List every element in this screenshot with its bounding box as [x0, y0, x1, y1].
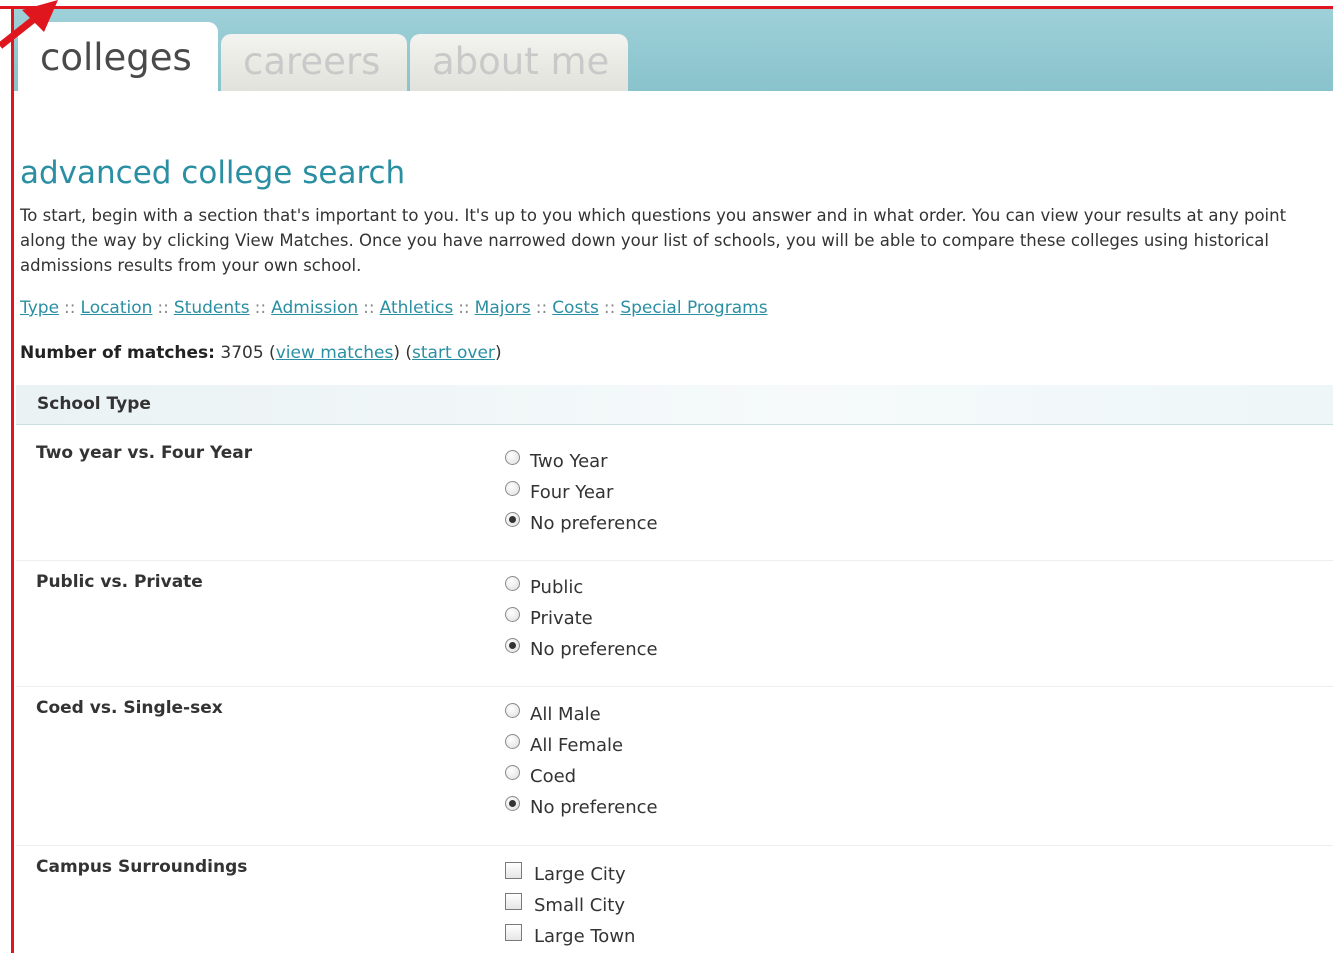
option-row[interactable]: Private	[505, 603, 658, 634]
radio-button[interactable]	[505, 734, 520, 749]
option-row[interactable]: Public	[505, 572, 658, 603]
radio-button[interactable]	[505, 512, 520, 527]
page-title: advanced college search	[20, 155, 406, 191]
option-label: Public	[530, 577, 584, 598]
row-divider	[16, 845, 1333, 846]
question-label: Campus Surroundings	[36, 857, 248, 877]
radio-button[interactable]	[505, 765, 520, 780]
radio-button[interactable]	[505, 703, 520, 718]
matches-label: Number of matches:	[20, 343, 215, 363]
section-separator: ::	[535, 298, 548, 318]
radio-button[interactable]	[505, 638, 520, 653]
question-options: Large City Small City Large Town	[505, 859, 635, 952]
section-link-admission[interactable]: Admission	[271, 298, 358, 318]
matches-count: 3705	[220, 343, 264, 363]
radio-button[interactable]	[505, 576, 520, 591]
question-label: Coed vs. Single-sex	[36, 698, 223, 718]
section-separator: ::	[157, 298, 169, 318]
section-link-special-programs[interactable]: Special Programs	[620, 298, 767, 318]
checkbox[interactable]	[505, 862, 522, 879]
option-row[interactable]: All Male	[505, 699, 658, 730]
option-label: No preference	[530, 513, 658, 534]
option-row[interactable]: Four Year	[505, 477, 658, 508]
question-label: Public vs. Private	[36, 572, 203, 592]
option-row[interactable]: Large City	[505, 859, 635, 890]
annotation-border-top	[0, 6, 1333, 9]
radio-button[interactable]	[505, 607, 520, 622]
option-row[interactable]: Two Year	[505, 446, 658, 477]
section-link-athletics[interactable]: Athletics	[380, 298, 454, 318]
section-link-location[interactable]: Location	[81, 298, 153, 318]
section-separator: ::	[64, 298, 76, 318]
section-nav: Type:: Location:: Students:: Admission:: Ath…	[20, 298, 768, 318]
start-over-link[interactable]: start over	[412, 343, 495, 363]
section-link-majors[interactable]: Majors	[475, 298, 531, 318]
section-separator: ::	[254, 298, 267, 318]
question-options: Public Private No preference	[505, 572, 658, 665]
section-heading-school-type: School Type	[16, 385, 1333, 425]
view-matches-link[interactable]: view matches	[276, 343, 394, 363]
tab-about-me[interactable]: about me	[410, 34, 628, 91]
tab-label: about me	[432, 40, 610, 83]
option-label: No preference	[530, 797, 658, 818]
intro-text: To start, begin with a section that's im…	[20, 206, 1287, 275]
option-row[interactable]: No preference	[505, 508, 658, 539]
option-label: All Male	[530, 704, 601, 725]
row-divider	[16, 560, 1333, 561]
option-label: Small City	[534, 895, 625, 916]
option-row[interactable]: Coed	[505, 761, 658, 792]
annotation-border-left	[11, 6, 14, 953]
radio-button[interactable]	[505, 796, 520, 811]
option-row[interactable]: No preference	[505, 634, 658, 665]
question-options: All Male All Female Coed No preference	[505, 699, 658, 823]
option-label: Large Town	[534, 926, 636, 947]
option-label: Coed	[530, 766, 577, 787]
tab-careers[interactable]: careers	[221, 34, 407, 91]
section-separator: ::	[363, 298, 375, 318]
section-separator: ::	[458, 298, 470, 318]
section-separator: ::	[603, 298, 616, 318]
option-row[interactable]: All Female	[505, 730, 658, 761]
option-row[interactable]: No preference	[505, 792, 658, 823]
option-row[interactable]: Large Town	[505, 921, 635, 952]
option-label: All Female	[530, 735, 624, 756]
annotation-arrow-icon	[0, 0, 58, 49]
radio-button[interactable]	[505, 450, 520, 465]
section-link-costs[interactable]: Costs	[552, 298, 599, 318]
row-divider	[16, 686, 1333, 687]
section-link-students[interactable]: Students	[174, 298, 250, 318]
question-options: Two Year Four Year No preference	[505, 446, 658, 539]
option-label: No preference	[530, 639, 658, 660]
option-label: Large City	[534, 864, 626, 885]
option-label: Private	[530, 608, 593, 629]
option-row[interactable]: Small City	[505, 890, 635, 921]
radio-button[interactable]	[505, 481, 520, 496]
checkbox[interactable]	[505, 924, 522, 941]
section-link-type[interactable]: Type	[20, 298, 59, 318]
tab-label: careers	[243, 40, 381, 83]
matches-line: Number of matches: 3705 (view matches) (…	[20, 343, 502, 363]
option-label: Four Year	[530, 482, 614, 503]
option-label: Two Year	[530, 451, 608, 472]
question-label: Two year vs. Four Year	[36, 443, 253, 463]
checkbox[interactable]	[505, 893, 522, 910]
